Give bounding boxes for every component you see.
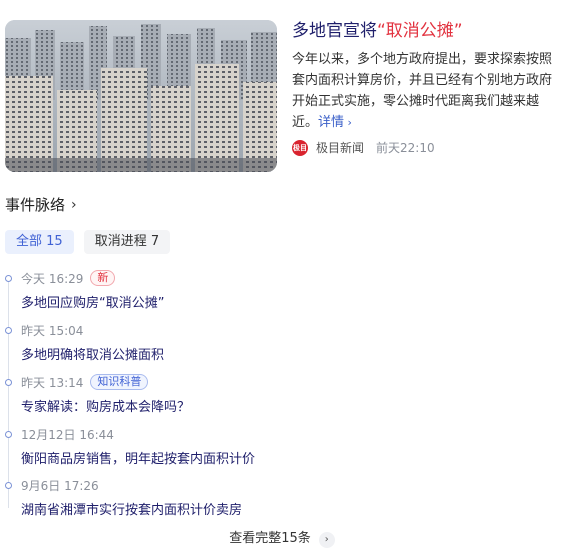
- news-source: 极目 极目新闻 前天22:10: [292, 139, 559, 156]
- timeline-headline[interactable]: 衡阳商品房销售，明年起按套内面积计价: [21, 448, 255, 467]
- tab-count[interactable]: 7: [151, 234, 159, 249]
- timeline-meta: 12月12日 16:44: [21, 426, 114, 442]
- timeline-dot: [5, 482, 12, 489]
- timeline-headline[interactable]: 专家解读：购房成本会降吗？: [21, 396, 190, 415]
- timeline-headline[interactable]: 湖南省湘潭市实行按套内面积计价卖房: [21, 499, 242, 518]
- view-all-button[interactable]: 查看完整15条 ›: [0, 527, 564, 548]
- source-name[interactable]: 极目新闻: [316, 139, 364, 156]
- timeline-line: [8, 280, 9, 508]
- timeline-meta: 昨天 15:04: [21, 322, 83, 338]
- timeline-meta: 今天 16:29 新: [21, 270, 116, 286]
- apartment-buildings-image: [5, 20, 277, 172]
- new-badge: 新: [90, 270, 116, 286]
- timeline-time: 昨天 15:04: [21, 323, 84, 338]
- timeline-headline[interactable]: 多地明确将取消公摊面积: [21, 344, 164, 363]
- headline-prefix[interactable]: 多地官宣将: [292, 21, 377, 41]
- news-summary: 今年以来，多个地方政府提出，要求探索按照套内面积计算房价，并且已经有个别地方政府…: [292, 49, 559, 133]
- knowledge-badge: 知识科普: [90, 374, 149, 390]
- timeline-dot: [5, 327, 12, 334]
- timeline-time: 9月6日 17:26: [21, 478, 99, 493]
- timeline-time: 昨天 13:14: [21, 375, 84, 390]
- tab-cancel-progress[interactable]: 取消进程 7: [83, 230, 171, 254]
- news-photo[interactable]: [5, 20, 277, 172]
- timeline-dot: [5, 275, 12, 282]
- timeline-headline[interactable]: 多地回应购房“取消公摊”: [21, 292, 164, 311]
- headline-highlight[interactable]: “取消公摊”: [377, 21, 463, 41]
- chevron-right-icon[interactable]: ›: [318, 532, 335, 548]
- timeline-tabs: 全部 15 取消进程 7: [5, 230, 180, 254]
- publish-time: 前天22:10: [376, 141, 435, 155]
- timeline-dot: [5, 431, 12, 438]
- news-headline[interactable]: 多地官宣将“取消公摊”: [292, 20, 559, 42]
- tab-all[interactable]: 全部 15: [5, 230, 74, 254]
- view-all-label[interactable]: 查看完整15条: [229, 531, 311, 546]
- tab-label[interactable]: 全部: [16, 234, 42, 249]
- timeline-time: 今天 16:29: [21, 271, 84, 286]
- event-timeline-heading[interactable]: 事件脉络 ›: [5, 194, 77, 215]
- details-link[interactable]: 详情 ›: [318, 115, 352, 130]
- timeline-meta: 昨天 13:14 知识科普: [21, 374, 149, 390]
- tab-count[interactable]: 15: [46, 234, 63, 249]
- timeline-dot: [5, 379, 12, 386]
- chevron-right-icon[interactable]: ›: [344, 116, 352, 129]
- timeline-time: 12月12日 16:44: [21, 427, 114, 442]
- source-logo: 极目: [292, 139, 308, 156]
- timeline-meta: 9月6日 17:26: [21, 477, 99, 493]
- chevron-right-icon[interactable]: ›: [71, 197, 77, 213]
- section-title[interactable]: 事件脉络: [5, 194, 65, 215]
- details-label[interactable]: 详情: [318, 115, 344, 130]
- tab-label[interactable]: 取消进程: [95, 234, 147, 249]
- news-card[interactable]: 多地官宣将“取消公摊” 今年以来，多个地方政府提出，要求探索按照套内面积计算房价…: [5, 20, 559, 172]
